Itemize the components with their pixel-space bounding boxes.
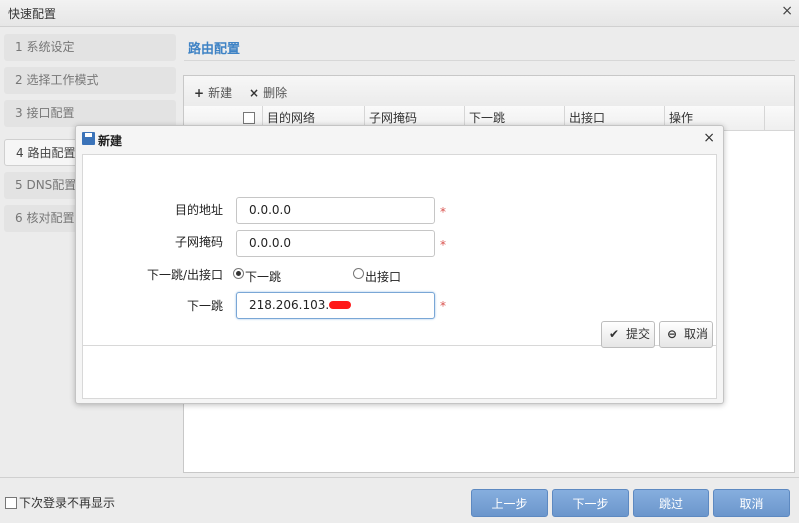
- no-show-label: 下次登录不再显示: [19, 496, 116, 510]
- checkmark-icon: ✔: [609, 327, 620, 341]
- required-mark: *: [440, 238, 446, 252]
- no-show-option[interactable]: 下次登录不再显示: [5, 494, 115, 511]
- step-interface-config[interactable]: 3 接口配置: [4, 100, 176, 127]
- dialog-close-icon[interactable]: ×: [703, 130, 715, 146]
- dialog-title: 新建: [98, 134, 123, 148]
- interface-radio-label[interactable]: 出接口: [365, 268, 401, 285]
- dest-address-label: 目的地址: [174, 203, 223, 217]
- nexthop-radio-label[interactable]: 下一跳: [245, 268, 281, 285]
- dialog-cancel-button[interactable]: ⊖ 取消: [659, 321, 713, 348]
- hop-interface-label: 下一跳/出接口: [146, 268, 223, 282]
- nexthop-label: 下一跳: [186, 299, 223, 313]
- step-system-settings[interactable]: 1 系统设定: [4, 34, 176, 61]
- no-show-checkbox[interactable]: [5, 497, 17, 509]
- step-work-mode[interactable]: 2 选择工作模式: [4, 67, 176, 94]
- submit-label: 提交: [626, 327, 651, 341]
- select-all-checkbox[interactable]: [243, 112, 255, 124]
- next-step-button[interactable]: 下一步: [552, 489, 629, 517]
- new-route-label: 新建: [208, 86, 233, 100]
- required-mark: *: [440, 299, 446, 313]
- delete-route-label: 删除: [263, 86, 288, 100]
- subnet-mask-field[interactable]: 0.0.0.0: [236, 230, 435, 257]
- redaction-mark: [329, 301, 352, 309]
- new-route-button[interactable]: + 新建: [194, 84, 232, 101]
- window-close-icon[interactable]: ×: [781, 3, 793, 19]
- interface-radio[interactable]: [353, 268, 364, 279]
- prev-step-button[interactable]: 上一步: [471, 489, 548, 517]
- minus-circle-icon: ⊖: [667, 327, 678, 341]
- dest-address-field[interactable]: 0.0.0.0: [236, 197, 435, 224]
- col-spacer: [764, 106, 794, 130]
- route-toolbar: + 新建 × 删除: [184, 76, 794, 107]
- dialog-header: 新建 ×: [76, 126, 723, 154]
- submit-button[interactable]: ✔ 提交: [601, 321, 655, 348]
- new-route-dialog: 新建 ×: [75, 125, 724, 404]
- plus-icon: +: [194, 86, 205, 100]
- delete-icon: ×: [249, 86, 260, 100]
- required-mark: *: [440, 205, 446, 219]
- save-icon: [82, 132, 95, 145]
- skip-button[interactable]: 跳过: [633, 489, 709, 517]
- cancel-wizard-button[interactable]: 取消: [713, 489, 790, 517]
- window-title: 快速配置: [8, 7, 57, 21]
- nexthop-radio[interactable]: [233, 268, 244, 279]
- dialog-cancel-label: 取消: [684, 327, 709, 341]
- delete-route-button[interactable]: × 删除: [249, 84, 287, 101]
- title-divider: [184, 60, 795, 61]
- nexthop-field[interactable]: 218.206.103.: [236, 292, 435, 319]
- page-title: 路由配置: [188, 42, 241, 57]
- subnet-mask-label: 子网掩码: [174, 235, 223, 249]
- window-titlebar: 快速配置 ×: [0, 0, 799, 27]
- nexthop-value: 218.206.103.: [249, 298, 330, 312]
